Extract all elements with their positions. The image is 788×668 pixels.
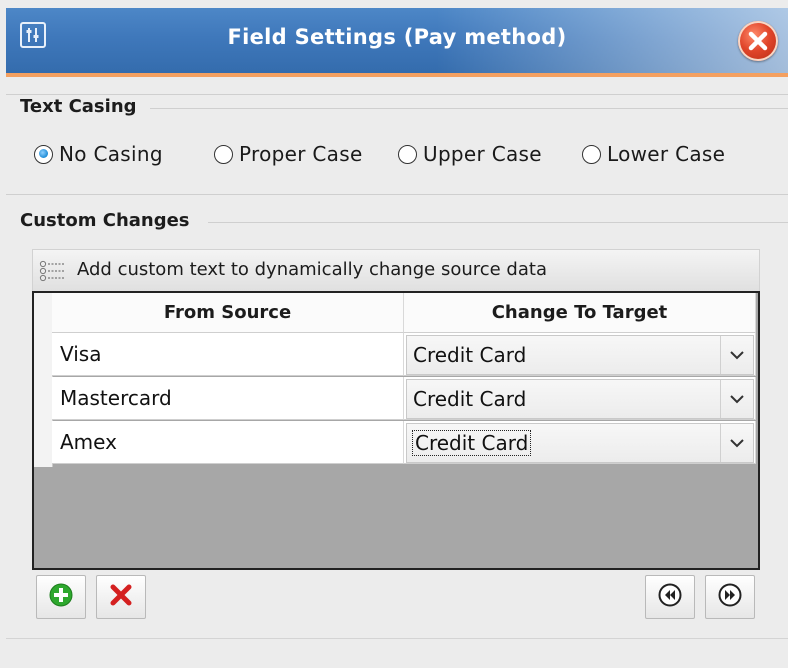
- next-button[interactable]: [705, 575, 755, 619]
- radio-label: Upper Case: [423, 142, 542, 166]
- add-button[interactable]: [36, 575, 86, 619]
- next-icon: [717, 582, 743, 612]
- source-cell[interactable]: Amex: [52, 421, 404, 464]
- info-bar: Add custom text to dynamically change so…: [32, 249, 760, 291]
- target-dropdown[interactable]: Credit Card: [406, 423, 754, 463]
- previous-button[interactable]: [645, 575, 695, 619]
- custom-changes-grid[interactable]: From Source Change To Target Visa Credit…: [32, 291, 760, 570]
- chevron-down-icon[interactable]: [720, 380, 753, 418]
- radio-unselected-icon: [398, 144, 417, 164]
- radio-lower-case[interactable]: Lower Case: [582, 142, 725, 166]
- source-cell[interactable]: Visa: [52, 333, 404, 376]
- radio-unselected-icon: [582, 144, 601, 164]
- chevron-down-icon[interactable]: [720, 336, 753, 374]
- custom-changes-label: Custom Changes: [20, 210, 190, 231]
- add-icon: [48, 582, 74, 612]
- radio-unselected-icon: [214, 144, 233, 164]
- list-icon: [39, 260, 69, 286]
- column-header-from-source[interactable]: From Source: [52, 293, 404, 333]
- bottom-divider: [6, 638, 788, 639]
- column-header-change-to-target[interactable]: Change To Target: [404, 293, 756, 333]
- window-title: Field Settings (Pay method): [227, 25, 567, 49]
- previous-icon: [657, 582, 683, 612]
- title-bar: Field Settings (Pay method): [6, 8, 788, 77]
- source-cell[interactable]: Mastercard: [52, 377, 404, 420]
- close-icon[interactable]: [738, 21, 778, 61]
- target-dropdown[interactable]: Credit Card: [406, 379, 754, 419]
- radio-label: No Casing: [59, 142, 163, 166]
- radio-label: Proper Case: [239, 142, 363, 166]
- radio-upper-case[interactable]: Upper Case: [398, 142, 542, 166]
- text-casing-label: Text Casing: [20, 96, 137, 117]
- info-text: Add custom text to dynamically change so…: [77, 259, 547, 280]
- chevron-down-icon[interactable]: [720, 424, 753, 462]
- row-selector-column[interactable]: [34, 293, 53, 467]
- radio-no-casing[interactable]: No Casing: [34, 142, 163, 166]
- delete-button[interactable]: [96, 575, 146, 619]
- target-value: Credit Card: [413, 387, 527, 411]
- radio-label: Lower Case: [607, 142, 726, 166]
- radio-selected-icon: [34, 144, 53, 164]
- target-dropdown[interactable]: Credit Card: [406, 335, 754, 375]
- target-value: Credit Card: [413, 343, 527, 367]
- target-value: Credit Card: [411, 430, 532, 456]
- delete-icon: [110, 584, 132, 610]
- radio-proper-case[interactable]: Proper Case: [214, 142, 363, 166]
